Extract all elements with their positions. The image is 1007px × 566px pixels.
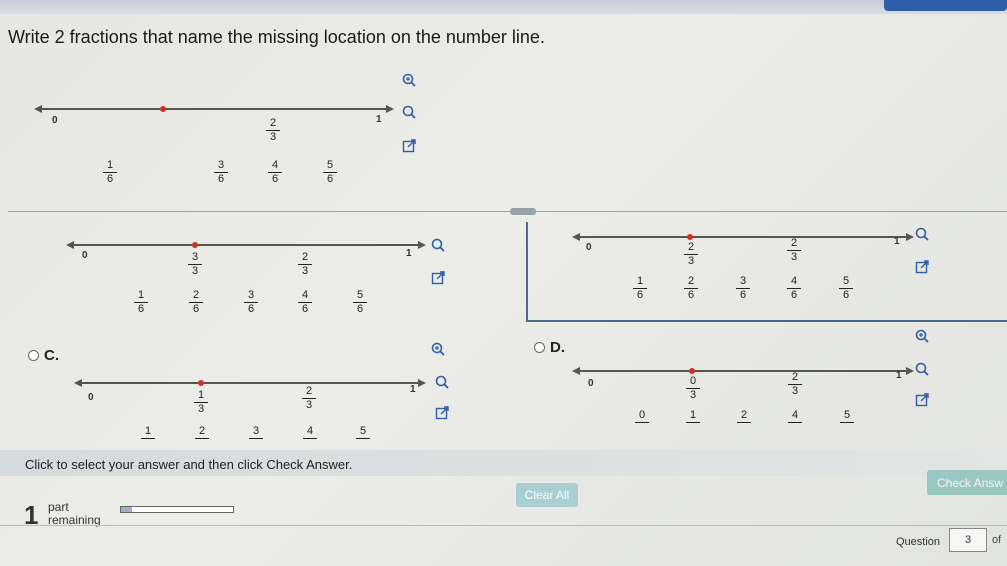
top-bar [0, 0, 1007, 14]
parts-remaining-count: 1 [24, 500, 39, 530]
fraction-label: 56 [839, 276, 853, 301]
fraction-label: 16 [103, 160, 117, 185]
fraction-label: 13 [194, 390, 208, 415]
question-prompt: Write 2 fractions that name the missing … [8, 27, 545, 47]
fraction-label: 56 [353, 290, 367, 315]
clear-all-button[interactable]: Clear All [516, 483, 578, 507]
popout-icon[interactable] [434, 405, 450, 421]
number-line-end-label: 1 [376, 114, 382, 125]
number-line-start-label: 0 [88, 392, 94, 403]
top-right-button[interactable] [884, 0, 1007, 11]
number-line-end-label: 1 [896, 370, 902, 381]
number-line-start-label: 0 [82, 250, 88, 261]
number-label: 2 [195, 426, 209, 440]
fraction-label: 46 [787, 276, 801, 301]
instruction-text: Click to select your answer and then cli… [25, 457, 353, 472]
fraction-label: 36 [244, 290, 258, 315]
option-d-label: D. [550, 339, 565, 356]
fraction-label: 23 [266, 118, 280, 143]
popout-icon[interactable] [401, 138, 417, 154]
radio-button[interactable] [28, 350, 39, 361]
zoom-out-icon[interactable] [434, 374, 450, 390]
zoom-in-icon[interactable] [430, 341, 446, 357]
fraction-label: 23 [788, 372, 802, 397]
zoom-out-icon[interactable] [401, 104, 417, 120]
popout-icon[interactable] [914, 259, 930, 275]
zoom-out-icon[interactable] [914, 226, 930, 242]
option-c-radio[interactable]: C. [28, 347, 59, 364]
number-line-start-label: 0 [52, 115, 58, 126]
option-c-label: C. [44, 347, 59, 364]
marked-point-dot [198, 380, 204, 386]
question-number-field[interactable]: 3 [949, 528, 987, 552]
number-label: 5 [840, 410, 854, 424]
question-of-label: of [992, 534, 1002, 546]
zoom-in-icon[interactable] [914, 328, 930, 344]
fraction-label: 23 [298, 252, 312, 277]
number-line-end-label: 1 [406, 248, 412, 259]
fraction-label: 46 [298, 290, 312, 315]
marked-point-dot [687, 234, 693, 240]
zoom-out-icon[interactable] [914, 361, 930, 377]
fraction-label: 23 [787, 238, 801, 263]
section-divider [8, 211, 1007, 212]
more-options-icon[interactable] [510, 208, 536, 215]
popout-icon[interactable] [430, 270, 446, 286]
number-line-start-label: 0 [586, 242, 592, 253]
footer-divider [0, 525, 1007, 526]
number-line-end-label: 1 [894, 236, 900, 247]
number-label: 3 [249, 426, 263, 440]
popout-icon[interactable] [914, 392, 930, 408]
fraction-label: 36 [736, 276, 750, 301]
number-label: 4 [303, 426, 317, 440]
fraction-label: 33 [188, 252, 202, 277]
number-label: 2 [737, 410, 751, 424]
fraction-label: 46 [268, 160, 282, 185]
fraction-label: 36 [214, 160, 228, 185]
number-label: 0 [635, 410, 649, 424]
zoom-in-icon[interactable] [401, 72, 417, 88]
check-answer-button[interactable]: Check Answ [927, 470, 1007, 495]
number-label: 1 [141, 426, 155, 440]
zoom-out-icon[interactable] [430, 237, 446, 253]
fraction-label: 16 [134, 290, 148, 315]
number-label: 4 [788, 410, 802, 424]
progress-bar [120, 506, 234, 513]
number-label: 1 [686, 410, 700, 424]
fraction-label: 26 [189, 290, 203, 315]
parts-word: part [48, 500, 69, 514]
fraction-label: 56 [323, 160, 337, 185]
fraction-label: 23 [302, 386, 316, 411]
fraction-label: 03 [686, 376, 700, 401]
fraction-label: 26 [684, 276, 698, 301]
missing-location-dot [160, 106, 166, 112]
number-label: 5 [356, 426, 370, 440]
question-label: Question [896, 536, 941, 548]
radio-button[interactable] [534, 342, 545, 353]
number-line-end-label: 1 [410, 384, 416, 395]
progress-fill [121, 507, 133, 512]
fraction-label: 23 [684, 242, 698, 267]
marked-point-dot [192, 242, 198, 248]
option-d-radio[interactable]: D. [534, 339, 565, 356]
marked-point-dot [689, 368, 695, 374]
fraction-label: 16 [633, 276, 647, 301]
number-line-start-label: 0 [588, 378, 594, 389]
